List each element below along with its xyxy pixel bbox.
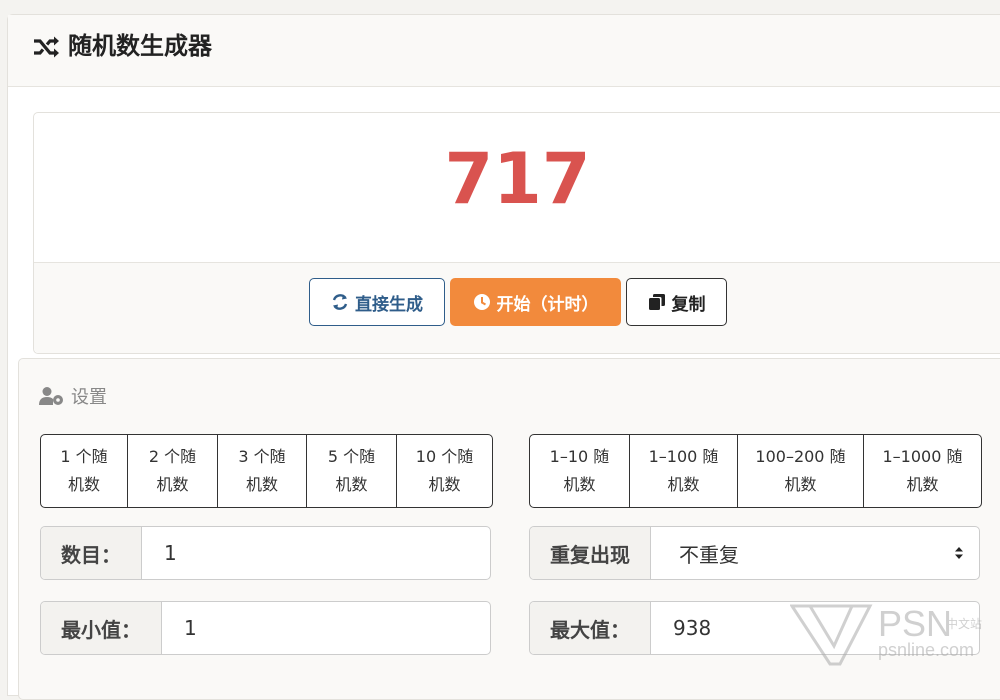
min-input[interactable]: 1 — [162, 602, 490, 654]
preset-range-1-100[interactable]: 1–100 随 机数 — [630, 435, 738, 507]
repeat-input-group: 重复出现 不重复 — [529, 526, 980, 580]
result-number: 717 — [444, 138, 591, 220]
watermark-main: PSN — [878, 603, 952, 644]
generate-button-label: 直接生成 — [355, 294, 423, 315]
repeat-select[interactable]: 不重复 — [651, 527, 979, 579]
card-header: 随机数生成器 — [8, 15, 1000, 87]
watermark-url: psnline.com — [878, 640, 974, 660]
preset-range-1-1000[interactable]: 1–1000 随 机数 — [864, 435, 981, 507]
preset-range-1-10[interactable]: 1–10 随 机数 — [530, 435, 630, 507]
count-input-group: 数目： 1 — [40, 526, 491, 580]
min-label: 最小值： — [41, 602, 162, 654]
start-timer-button-label: 开始（计时） — [496, 294, 599, 315]
repeat-label: 重复出现 — [530, 527, 651, 579]
min-input-group: 最小值： 1 — [40, 601, 491, 655]
preset-range-100-200[interactable]: 100–200 随 机数 — [738, 435, 864, 507]
start-timer-button[interactable]: 开始（计时） — [450, 278, 621, 326]
preset-10-numbers[interactable]: 10 个随 机数 — [397, 435, 492, 507]
page-title: 随机数生成器 — [68, 32, 212, 60]
watermark-sub: 中文站 — [946, 616, 982, 631]
shuffle-icon — [34, 36, 59, 58]
count-presets: 1 个随 机数 2 个随 机数 3 个随 机数 5 个随 机数 10 个随 机数 — [40, 434, 493, 508]
copy-icon — [648, 294, 665, 310]
clock-icon — [473, 294, 490, 310]
max-label: 最大值： — [530, 602, 651, 654]
result-actions: 直接生成 开始（计时） 复制 — [34, 262, 1000, 353]
settings-title-label: 设置 — [71, 387, 107, 408]
select-arrows-icon — [955, 547, 963, 559]
copy-button[interactable]: 复制 — [626, 278, 727, 326]
preset-2-numbers[interactable]: 2 个随 机数 — [128, 435, 218, 507]
preset-3-numbers[interactable]: 3 个随 机数 — [218, 435, 307, 507]
watermark-logo: PSN 中文站 psnline.com — [790, 603, 982, 666]
preset-1-number[interactable]: 1 个随 机数 — [41, 435, 128, 507]
repeat-select-value: 不重复 — [679, 542, 739, 567]
refresh-icon — [332, 294, 348, 310]
preset-5-numbers[interactable]: 5 个随 机数 — [307, 435, 397, 507]
user-settings-icon — [39, 387, 63, 405]
count-label: 数目： — [41, 527, 142, 579]
result-panel: 717 直接生成 开始（计时） 复制 — [33, 112, 1000, 354]
generate-button[interactable]: 直接生成 — [309, 278, 445, 326]
count-input[interactable]: 1 — [142, 527, 490, 579]
copy-button-label: 复制 — [671, 294, 706, 315]
range-presets: 1–10 随 机数 1–100 随 机数 100–200 随 机数 1–1000… — [529, 434, 982, 508]
settings-title: 设置 — [39, 383, 107, 409]
